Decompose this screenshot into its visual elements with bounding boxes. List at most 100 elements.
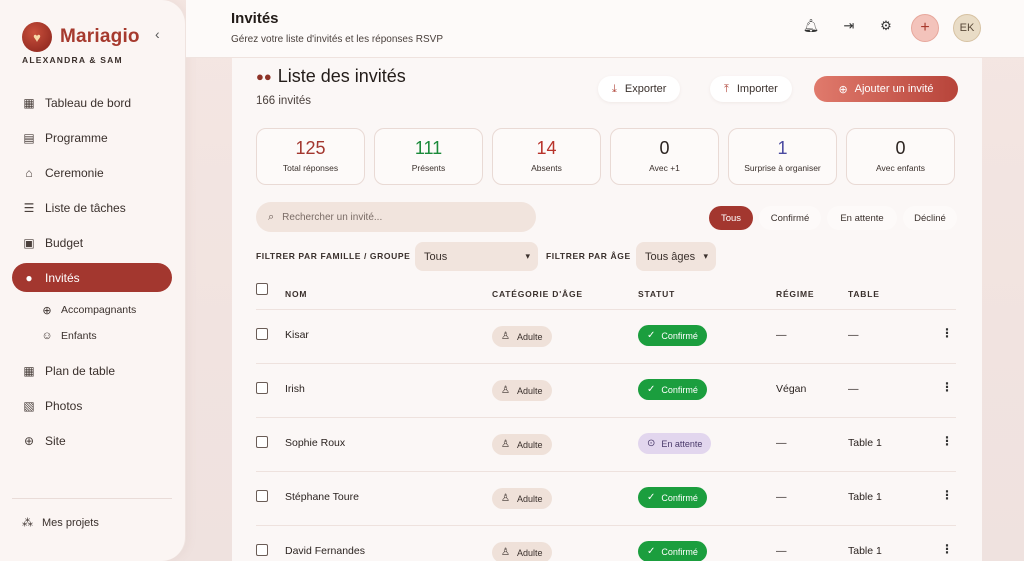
sidebar-item-label: Programme (45, 130, 108, 145)
filter-declined[interactable]: Décliné (903, 206, 957, 230)
status-label: Confirmé (661, 492, 698, 503)
column-name[interactable]: NOM (285, 289, 307, 299)
filter-all[interactable]: Tous (709, 206, 753, 230)
person-icon: ♙ (501, 547, 510, 558)
page-title: Invités (231, 10, 279, 27)
column-table[interactable]: TABLE (848, 289, 880, 299)
sidebar-item-programme[interactable]: ▤ Programme (12, 123, 172, 152)
quick-add-button[interactable]: + (911, 14, 939, 42)
sidebar-divider (12, 498, 172, 499)
check-circle-icon: ✓ (647, 492, 656, 503)
status-label: En attente (661, 438, 703, 449)
bell-icon[interactable]: 🔔︎ (801, 18, 821, 38)
sidebar-subitem-accompagnants[interactable]: ⊕ Accompagnants (12, 298, 172, 322)
stat-label: Avec enfants (876, 163, 925, 173)
sidebar-item-tasks[interactable]: ☰ Liste de tâches (12, 193, 172, 222)
guest-name: David Fernandes (285, 545, 365, 557)
guests-icon: ● (25, 270, 33, 285)
table-row[interactable]: Irish ♙ Adulte ✓ Confirmé Végan — ⋮ (256, 364, 956, 418)
age-label: Adulte (516, 331, 543, 342)
my-projects-link[interactable]: ⁂ Mes projets (22, 516, 99, 530)
globe-icon: ⊕ (23, 433, 35, 448)
search-placeholder: Rechercher un invité... (282, 211, 383, 223)
checklist-icon: ☰ (23, 200, 35, 215)
row-checkbox[interactable] (256, 328, 268, 340)
more-options-icon[interactable]: ⋮ (941, 380, 953, 394)
more-options-icon[interactable]: ⋮ (941, 542, 953, 556)
sidebar-item-label: Ceremonie (45, 165, 104, 180)
stats-row: 125 Total réponses 111 Présents 14 Absen… (256, 128, 955, 185)
stat-card-plus-one: 0 Avec +1 (610, 128, 719, 185)
export-button[interactable]: ⤓ Exporter (598, 76, 681, 102)
diet-value: — (776, 545, 787, 557)
guest-name: Sophie Roux (285, 437, 346, 449)
family-filter-label: FILTRER PAR FAMILLE / GROUPE (256, 251, 411, 261)
row-checkbox[interactable] (256, 544, 268, 556)
photos-icon: ▧ (23, 398, 35, 413)
sidebar-item-site[interactable]: ⊕ Site (12, 426, 172, 455)
row-checkbox[interactable] (256, 436, 268, 448)
check-circle-icon: ✓ (647, 384, 656, 395)
person-icon: ♙ (501, 493, 510, 504)
stat-value: 125 (295, 138, 326, 158)
search-icon: ⌕ (268, 210, 275, 223)
column-status[interactable]: STATUT (638, 289, 675, 299)
sidebar-item-guests[interactable]: ● Invités (12, 263, 172, 292)
age-badge: ♙ Adulte (492, 488, 552, 509)
sidebar-item-ceremonie[interactable]: ⌂ Ceremonie (12, 158, 172, 187)
stat-label: Surprise à organiser (744, 163, 821, 173)
table-header: NOM CATÉGORIE D'ÂGE STATUT RÉGIME TABLE (256, 280, 956, 310)
column-diet[interactable]: RÉGIME (776, 289, 814, 299)
person-icon: ♙ (501, 439, 510, 450)
sidebar-item-dashboard[interactable]: ▦ Tableau de bord (12, 88, 172, 117)
top-header: Invités Gérez votre liste d'invités et l… (186, 0, 1024, 58)
more-options-icon[interactable]: ⋮ (941, 434, 953, 448)
table-row[interactable]: Kisar ♙ Adulte ✓ Confirmé — — ⋮ (256, 310, 956, 364)
more-options-icon[interactable]: ⋮ (941, 488, 953, 502)
collapse-sidebar-icon[interactable]: ‹ (155, 26, 160, 42)
sidebar-item-label: Budget (45, 235, 84, 250)
table-row[interactable]: Sophie Roux ♙ Adulte ⊙ En attente — Table … (256, 418, 956, 472)
add-guest-button[interactable]: ⊕ Ajouter un invité (814, 76, 958, 102)
age-label: Adulte (516, 547, 543, 558)
stat-value: 111 (414, 138, 443, 158)
family-filter-select[interactable]: Tous ▾ (415, 242, 538, 271)
guests-icon: ●● (256, 69, 272, 84)
sidebar-subitem-enfants[interactable]: ☺ Enfants (12, 324, 172, 348)
brand[interactable]: ♥ Mariagio (22, 22, 140, 52)
stat-label: Avec +1 (649, 163, 680, 173)
avatar[interactable]: EK (953, 14, 981, 42)
table-row[interactable]: Stéphane Toure ♙ Adulte ✓ Confirmé — Table… (256, 472, 956, 526)
upload-icon: ⤒ (724, 82, 729, 95)
list-title: ●● Liste des invités (256, 66, 406, 87)
import-button[interactable]: ⤒ Importer (710, 76, 792, 102)
stat-card-total: 125 Total réponses (256, 128, 365, 185)
stat-card-absent: 14 Absents (492, 128, 601, 185)
row-checkbox[interactable] (256, 382, 268, 394)
status-badge: ✓ Confirmé (638, 325, 707, 346)
import-label: Importer (736, 83, 778, 95)
logout-icon[interactable]: ⇥ (839, 18, 859, 38)
more-options-icon[interactable]: ⋮ (941, 326, 953, 340)
ceremony-icon: ⌂ (25, 165, 33, 180)
table-value: — (848, 383, 859, 395)
filter-confirmed[interactable]: Confirmé (759, 206, 821, 230)
row-checkbox[interactable] (256, 490, 268, 502)
sidebar-item-photos[interactable]: ▧ Photos (12, 391, 172, 420)
add-guest-label: Ajouter un invité (854, 83, 934, 95)
status-label: Confirmé (661, 546, 698, 557)
person-icon: ♙ (501, 385, 510, 396)
stat-card-present: 111 Présents (374, 128, 483, 185)
filter-pending[interactable]: En attente (827, 206, 897, 230)
sidebar-item-budget[interactable]: ▣ Budget (12, 228, 172, 257)
table-row[interactable]: David Fernandes ♙ Adulte ✓ Confirmé — Tabl… (256, 526, 956, 561)
search-input[interactable]: ⌕ Rechercher un invité... (256, 202, 536, 232)
column-age[interactable]: CATÉGORIE D'ÂGE (492, 289, 583, 299)
sidebar-item-table-plan[interactable]: ▦ Plan de table (12, 356, 172, 385)
gear-icon[interactable]: ⚙ (876, 18, 896, 38)
sidebar-subitem-label: Accompagnants (61, 304, 137, 316)
age-filter-select[interactable]: Tous âges ▾ (636, 242, 716, 271)
guest-count: 166 invités (256, 95, 311, 107)
table-plan-icon: ▦ (23, 363, 35, 378)
select-all-checkbox[interactable] (256, 283, 268, 295)
